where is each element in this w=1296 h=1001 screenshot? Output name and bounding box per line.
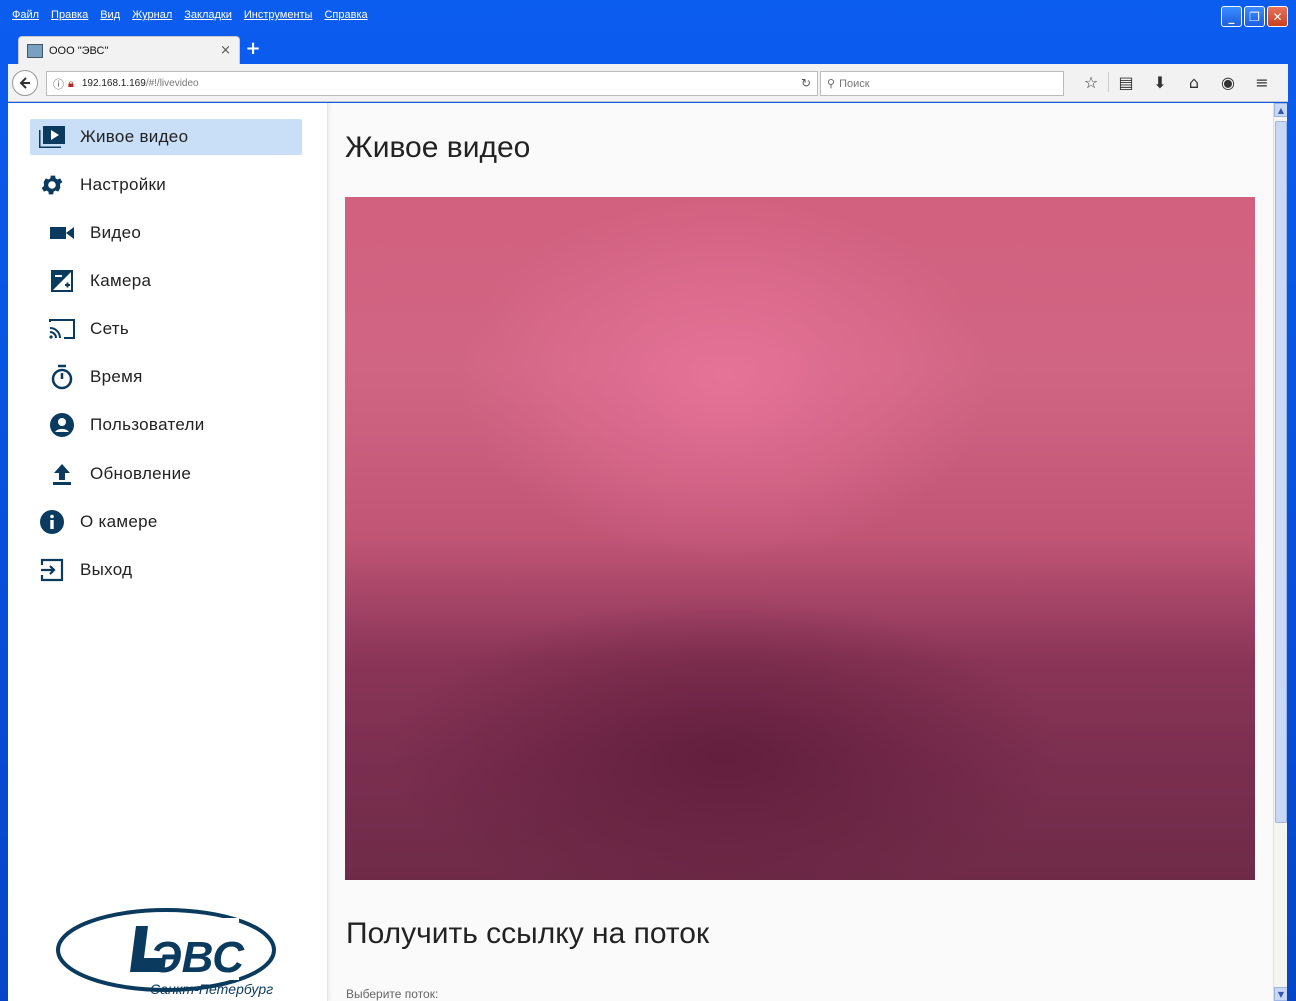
sidebar-item-label: Камера xyxy=(90,271,152,290)
menu-bar: Файл Правка Вид Журнал Закладки Инструме… xyxy=(8,4,376,26)
sidebar-item-network[interactable]: Сеть xyxy=(30,311,302,347)
info-icon xyxy=(38,509,66,535)
sidebar-item-label: Сеть xyxy=(90,319,130,338)
arrow-left-icon xyxy=(19,76,30,89)
sidebar-item-label: Настройки xyxy=(80,175,167,194)
sidebar-item-users[interactable]: Пользователи xyxy=(30,407,302,443)
pocket-icon[interactable]: ◉ xyxy=(1211,73,1245,92)
scroll-up-icon[interactable]: ▲ xyxy=(1274,103,1287,117)
url-bar[interactable]: ⓘ 🔒︎ 192.168.1.169/#!/livevideo ↻ xyxy=(46,71,818,96)
live-video-stream xyxy=(345,197,1255,880)
sidebar-item-about[interactable]: О камере xyxy=(30,504,302,540)
back-button[interactable] xyxy=(12,69,38,96)
url-host: 192.168.1.169 xyxy=(81,78,146,89)
menu-bookmarks[interactable]: Закладки xyxy=(180,9,240,21)
search-bar[interactable]: ⚲ xyxy=(820,71,1064,96)
scroll-down-icon[interactable]: ▼ xyxy=(1274,987,1287,1001)
sidebar-item-live-video[interactable]: Живое видео xyxy=(30,119,302,155)
menu-file[interactable]: Файл xyxy=(8,9,47,21)
menu-tools[interactable]: Инструменты xyxy=(240,9,321,21)
reload-icon[interactable]: ↻ xyxy=(801,76,811,90)
live-video-icon xyxy=(38,126,66,148)
browser-window: Файл Правка Вид Журнал Закладки Инструме… xyxy=(0,0,1296,1001)
sidebar-item-update[interactable]: Обновление xyxy=(30,456,302,492)
sidebar-item-label: Живое видео xyxy=(80,127,189,146)
sidebar-item-label: Видео xyxy=(90,223,142,242)
sidebar-item-label: Обновление xyxy=(90,464,192,483)
downloads-icon[interactable]: ⬇ xyxy=(1143,73,1177,92)
menu-help[interactable]: Справка xyxy=(320,9,375,21)
toolbar-icons: ☆ ▤ ⬇ ⌂ ◉ ≡ xyxy=(1074,72,1279,92)
sidebar-item-label: О камере xyxy=(80,512,158,531)
new-tab-button[interactable]: + xyxy=(242,38,264,59)
page-viewport: Живое видео Настройки Видео Камера Сеть … xyxy=(8,103,1287,1001)
close-window-button[interactable]: ✕ xyxy=(1267,6,1288,27)
tab-strip: ООО "ЭВС" × + xyxy=(8,34,1288,64)
tab-active[interactable]: ООО "ЭВС" × xyxy=(18,36,240,64)
info-icon[interactable]: ⓘ xyxy=(53,76,64,92)
search-icon: ⚲ xyxy=(827,77,836,90)
logo-brand: ЭВС xyxy=(150,933,245,982)
vertical-scrollbar[interactable]: ▲ ▼ xyxy=(1273,103,1287,1001)
menu-view[interactable]: Вид xyxy=(96,9,128,21)
sidebar-item-label: Пользователи xyxy=(90,415,205,434)
insecure-lock-icon[interactable]: 🔒︎ xyxy=(68,77,74,91)
menu-hamburger-icon[interactable]: ≡ xyxy=(1245,73,1279,92)
stream-select-label: Выберите поток: xyxy=(346,987,439,1001)
cast-icon xyxy=(48,317,76,341)
upload-icon xyxy=(48,462,76,486)
sidebar-item-video[interactable]: Видео xyxy=(30,215,302,251)
maximize-button[interactable]: ❐ xyxy=(1244,6,1265,27)
tab-title: ООО "ЭВС" xyxy=(49,44,109,57)
menu-history[interactable]: Журнал xyxy=(128,9,180,21)
menu-edit[interactable]: Правка xyxy=(47,9,96,21)
timer-icon xyxy=(48,364,76,390)
sidebar-item-label: Выход xyxy=(80,560,133,579)
exit-icon xyxy=(38,557,66,583)
nav-bar: ⓘ 🔒︎ 192.168.1.169/#!/livevideo ↻ ⚲ ☆ ▤ … xyxy=(8,64,1288,102)
sidebar-item-settings[interactable]: Настройки xyxy=(30,167,302,203)
videocam-icon xyxy=(48,224,76,242)
logo-city: Санкт-Петербург xyxy=(150,981,273,997)
reading-list-icon[interactable]: ▤ xyxy=(1109,73,1143,92)
page-title: Живое видео xyxy=(345,131,531,164)
minimize-button[interactable]: _ xyxy=(1221,6,1242,27)
sidebar-item-label: Время xyxy=(90,367,143,386)
sidebar: Живое видео Настройки Видео Камера Сеть … xyxy=(8,103,328,1001)
gear-icon xyxy=(38,172,66,198)
sidebar-item-logout[interactable]: Выход xyxy=(30,552,302,588)
url-path: /#!/livevideo xyxy=(145,78,199,89)
sidebar-item-time[interactable]: Время xyxy=(30,359,302,395)
sidebar-item-camera[interactable]: Камера xyxy=(30,263,302,299)
exposure-icon xyxy=(48,269,76,293)
main-content: Живое видео Получить ссылку на поток Выб… xyxy=(328,103,1273,1001)
account-icon xyxy=(48,412,76,438)
favicon-icon xyxy=(27,43,43,58)
bookmark-star-icon[interactable]: ☆ xyxy=(1074,73,1108,92)
search-input[interactable] xyxy=(839,77,1040,90)
tab-close-icon[interactable]: × xyxy=(220,43,231,58)
window-controls: _ ❐ ✕ xyxy=(1221,6,1288,27)
url-text: 192.168.1.169/#!/livevideo xyxy=(82,78,199,89)
home-icon[interactable]: ⌂ xyxy=(1177,73,1211,92)
scroll-thumb[interactable] xyxy=(1275,121,1287,823)
stream-link-heading: Получить ссылку на поток xyxy=(346,917,710,950)
company-logo: ЭВС Санкт-Петербург xyxy=(54,900,284,1001)
